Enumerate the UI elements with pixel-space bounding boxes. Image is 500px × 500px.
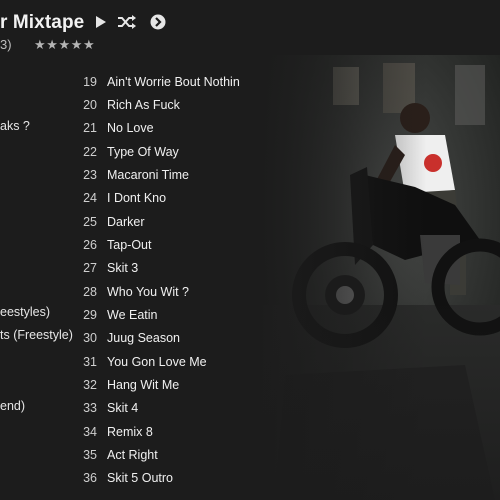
- track-title: Hang Wit Me: [107, 378, 180, 392]
- track-title: I Dont Kno: [107, 191, 167, 205]
- next-circle-icon[interactable]: [149, 13, 167, 31]
- track-row[interactable]: 26 Tap-Out: [76, 234, 276, 256]
- track-title: No Love: [107, 121, 154, 135]
- track-title: Skit 4: [107, 401, 139, 415]
- track-number: 31: [83, 355, 97, 369]
- track-title: Ain't Worrie Bout Nothin: [107, 75, 240, 89]
- track-row[interactable]: 36 Skit 5 Outro: [76, 467, 276, 489]
- list-item[interactable]: ts (Freestyle): [0, 325, 73, 345]
- track-number: 30: [83, 331, 97, 345]
- track-title: Darker: [107, 215, 145, 229]
- track-number: 20: [83, 98, 97, 112]
- track-title: Rich As Fuck: [107, 98, 180, 112]
- track-row[interactable]: 31 You Gon Love Me: [76, 351, 276, 373]
- track-number: 29: [83, 308, 97, 322]
- album-title: r Mixtape: [0, 12, 85, 33]
- track-row[interactable]: 33 Skit 4: [76, 397, 276, 419]
- track-title: Juug Season: [107, 331, 180, 345]
- track-title: Act Right: [107, 448, 158, 462]
- album-artwork: [255, 55, 500, 500]
- album-year: 3): [0, 37, 12, 52]
- track-title: Tap-Out: [107, 238, 152, 252]
- track-number: 32: [83, 378, 97, 392]
- track-row[interactable]: 19 Ain't Worrie Bout Nothin: [76, 71, 276, 93]
- track-row[interactable]: 22 Type Of Way: [76, 141, 276, 163]
- track-number: 25: [83, 215, 97, 229]
- track-number: 27: [83, 261, 97, 275]
- track-row[interactable]: 24 I Dont Kno: [76, 187, 276, 209]
- track-number: 21: [83, 121, 97, 135]
- play-icon[interactable]: [92, 13, 110, 31]
- shuffle-icon[interactable]: [117, 13, 136, 31]
- track-title: Remix 8: [107, 425, 153, 439]
- track-number: 28: [83, 285, 97, 299]
- track-row[interactable]: 29 We Eatin: [76, 304, 276, 326]
- album-view: r Mixtape 3) ★★★★★ aks ? eestyles) ts (F…: [0, 0, 500, 500]
- track-title: We Eatin: [107, 308, 158, 322]
- list-item[interactable]: aks ?: [0, 116, 30, 136]
- track-number: 26: [83, 238, 97, 252]
- track-title: Skit 3: [107, 261, 139, 275]
- track-title: Skit 5 Outro: [107, 471, 173, 485]
- track-number: 36: [83, 471, 97, 485]
- track-number: 24: [83, 191, 97, 205]
- track-row[interactable]: 34 Remix 8: [76, 421, 276, 443]
- track-number: 23: [83, 168, 97, 182]
- track-title: Who You Wit ?: [107, 285, 189, 299]
- list-item[interactable]: eestyles): [0, 302, 50, 322]
- star-rating[interactable]: ★★★★★: [34, 36, 95, 54]
- track-row[interactable]: 28 Who You Wit ?: [76, 281, 276, 303]
- track-number: 34: [83, 425, 97, 439]
- track-row[interactable]: 27 Skit 3: [76, 257, 276, 279]
- track-row[interactable]: 23 Macaroni Time: [76, 164, 276, 186]
- track-title: You Gon Love Me: [107, 355, 207, 369]
- track-number: 22: [83, 145, 97, 159]
- track-row[interactable]: 21 No Love: [76, 117, 276, 139]
- track-row[interactable]: 25 Darker: [76, 211, 276, 233]
- track-number: 35: [83, 448, 97, 462]
- track-title: Type Of Way: [107, 145, 179, 159]
- track-title: Macaroni Time: [107, 168, 189, 182]
- track-number: 33: [83, 401, 97, 415]
- list-item[interactable]: end): [0, 396, 25, 416]
- track-row[interactable]: 20 Rich As Fuck: [76, 94, 276, 116]
- track-number: 19: [83, 75, 97, 89]
- track-row[interactable]: 35 Act Right: [76, 444, 276, 466]
- track-row[interactable]: 30 Juug Season: [76, 327, 276, 349]
- track-row[interactable]: 32 Hang Wit Me: [76, 374, 276, 396]
